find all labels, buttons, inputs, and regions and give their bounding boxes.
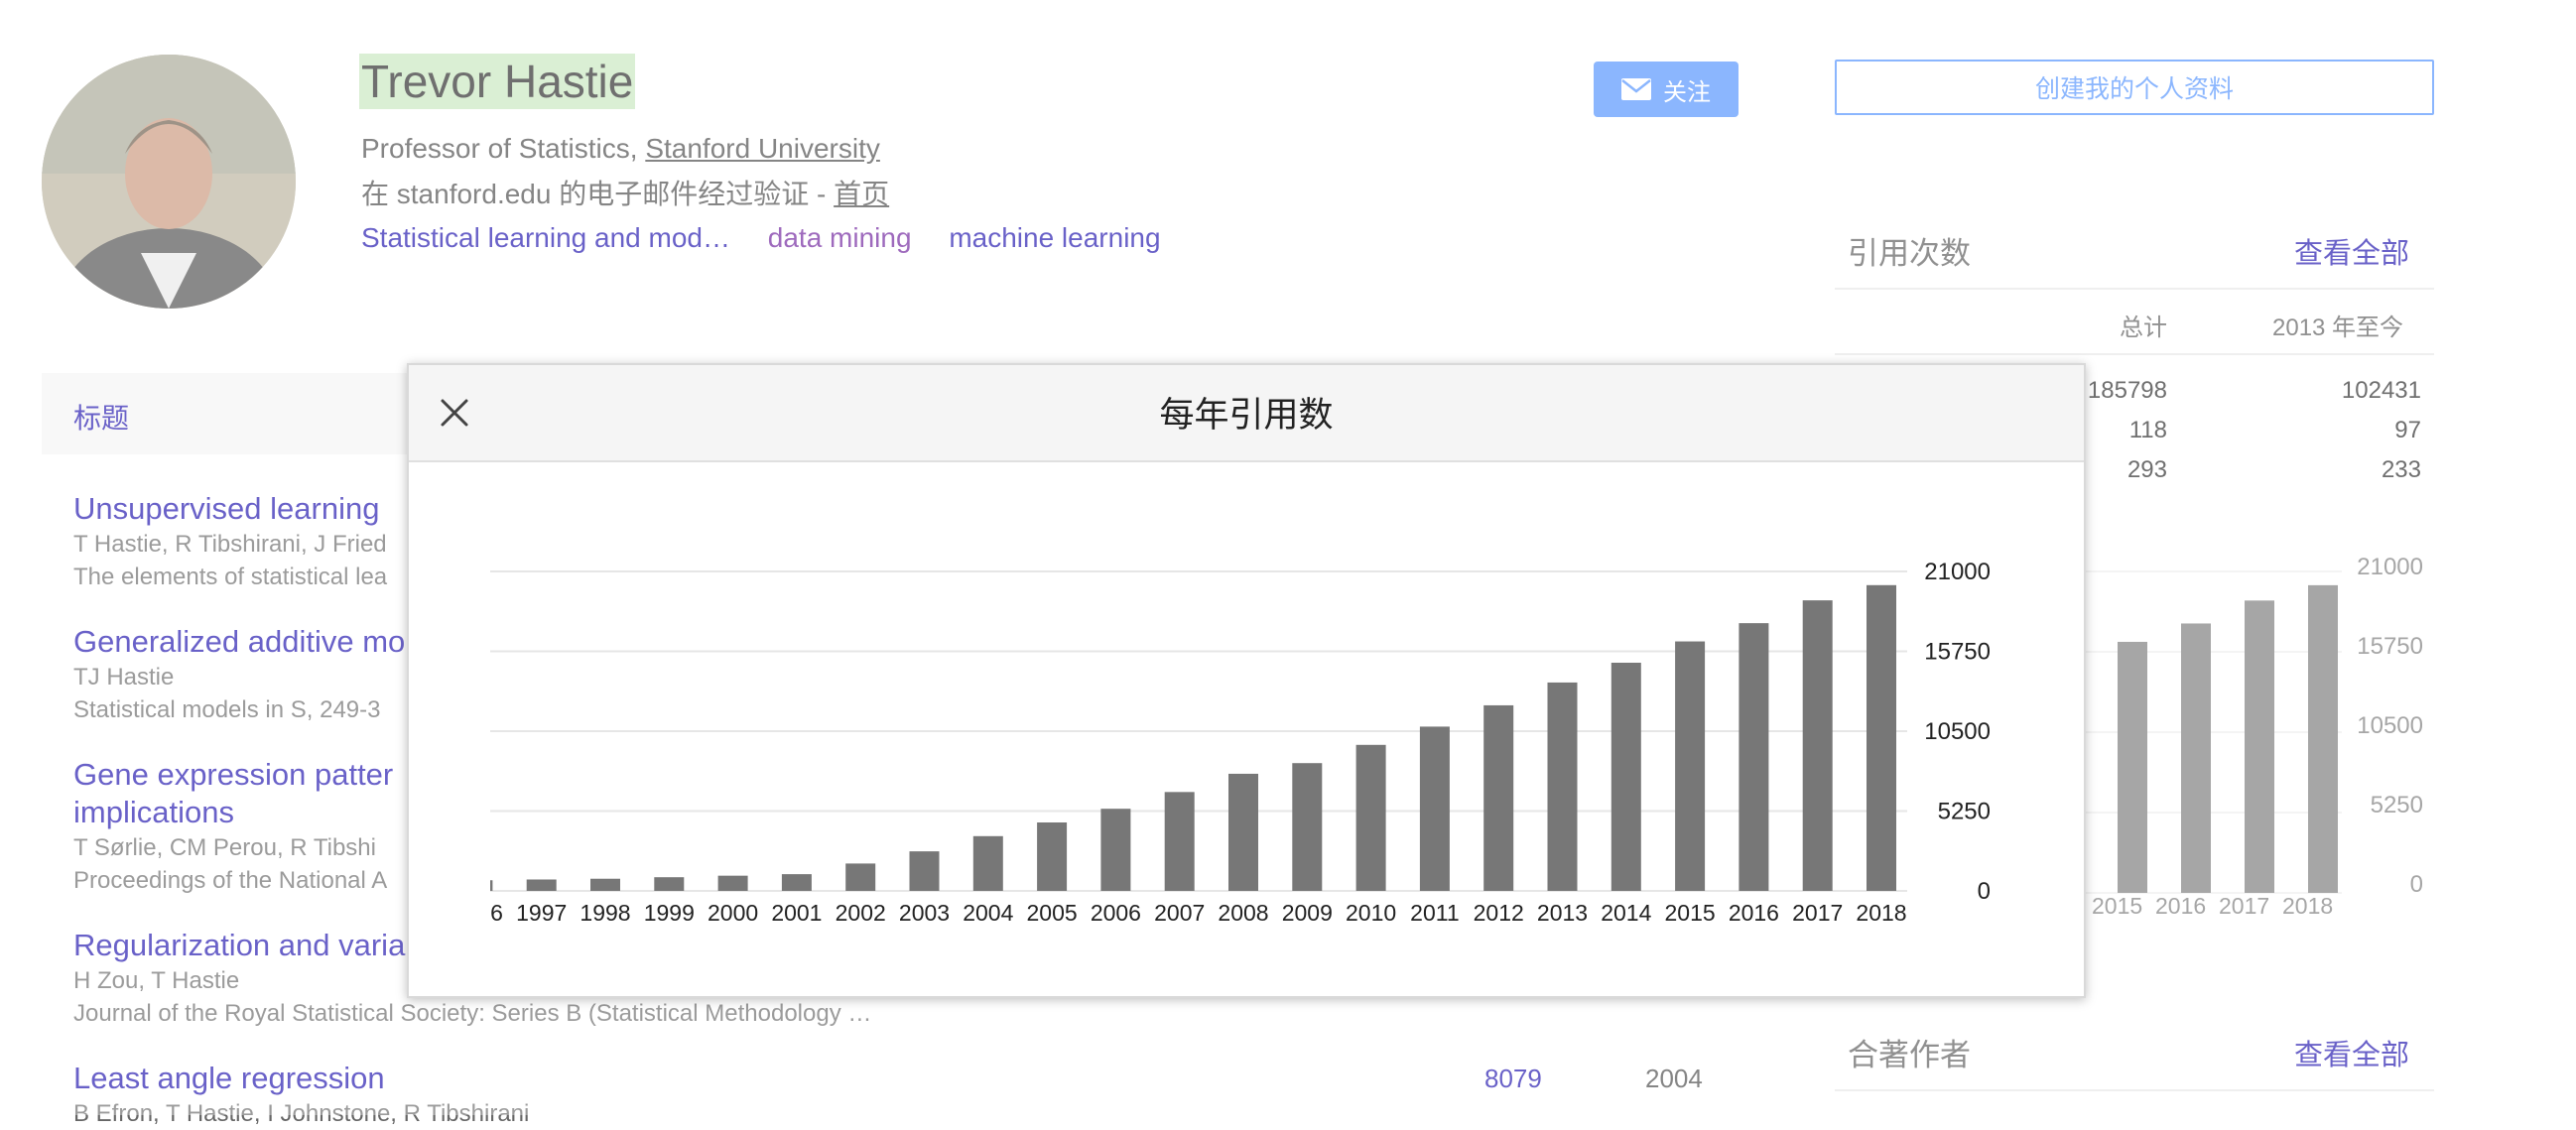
x-tick-label: 2010 <box>1346 900 1396 926</box>
chart-bar[interactable] <box>654 877 685 891</box>
y-tick-label: 21000 <box>1924 559 1991 585</box>
chart-bar[interactable] <box>1739 623 1769 891</box>
x-tick-label: 2005 <box>1027 900 1078 926</box>
chart-bar[interactable] <box>845 863 876 891</box>
x-tick-label: 2004 <box>963 900 1013 926</box>
chart-bar[interactable] <box>1867 584 1896 891</box>
x-tick-label: 2015 <box>1665 900 1716 926</box>
y-tick-label: 10500 <box>1924 718 1991 745</box>
chart-bar[interactable] <box>1355 744 1386 891</box>
y-tick-label: 0 <box>1978 878 1991 905</box>
chart-bar[interactable] <box>781 874 812 891</box>
chart-bar[interactable] <box>526 879 557 892</box>
chart-bar[interactable] <box>1802 600 1833 891</box>
chart-bar[interactable] <box>1419 726 1450 891</box>
x-tick-label: 2011 <box>1410 900 1459 926</box>
chart-bar[interactable] <box>1164 792 1195 891</box>
x-tick-label: 2008 <box>1218 900 1268 926</box>
dialog-header: 每年引用数 <box>409 365 2084 462</box>
x-tick-label: 2009 <box>1282 900 1333 926</box>
chart-bar[interactable] <box>1675 641 1706 891</box>
x-tick-label: 2000 <box>708 900 758 926</box>
chart-bar[interactable] <box>1610 663 1641 891</box>
x-tick-label: 1997 <box>516 900 567 926</box>
citations-per-year-dialog: 每年引用数 21000 15750 10500 5250 0 1996 1997 1998 19… <box>407 363 2086 998</box>
chart-bar[interactable] <box>1292 763 1323 891</box>
x-tick-label: 2017 <box>1792 900 1843 926</box>
dialog-title: 每年引用数 <box>1159 396 1334 435</box>
y-tick-label: 5250 <box>1938 799 1991 825</box>
x-tick-label: 2016 <box>1729 900 1779 926</box>
x-tick-label: 1996 <box>452 900 503 926</box>
chart-bar[interactable] <box>1228 773 1258 891</box>
citations-bar-chart: 21000 15750 10500 5250 0 1996 1997 1998 1999 2000… <box>452 559 1991 926</box>
chart-bar[interactable] <box>972 835 1003 891</box>
x-tick-label: 2018 <box>1856 900 1906 926</box>
chart-bar[interactable] <box>1483 704 1514 891</box>
x-tick-label: 2013 <box>1537 900 1588 926</box>
y-tick-label: 15750 <box>1924 639 1991 666</box>
chart-bar[interactable] <box>590 878 620 891</box>
chart-bar[interactable] <box>462 880 493 891</box>
x-tick-label: 1999 <box>644 900 695 926</box>
chart-bar[interactable] <box>717 875 748 891</box>
chart-bar[interactable] <box>1100 809 1131 891</box>
x-tick-label: 2001 <box>771 900 822 926</box>
chart-bar[interactable] <box>909 851 940 891</box>
x-tick-label: 1998 <box>580 900 630 926</box>
x-tick-label: 2012 <box>1474 900 1524 926</box>
x-tick-label: 2002 <box>836 900 886 926</box>
chart-bar[interactable] <box>1037 822 1068 891</box>
x-tick-label: 2006 <box>1091 900 1141 926</box>
x-tick-label: 2007 <box>1154 900 1205 926</box>
x-tick-label: 2014 <box>1601 900 1651 926</box>
chart-bar[interactable] <box>1547 682 1578 891</box>
x-tick-label: 2003 <box>899 900 950 926</box>
